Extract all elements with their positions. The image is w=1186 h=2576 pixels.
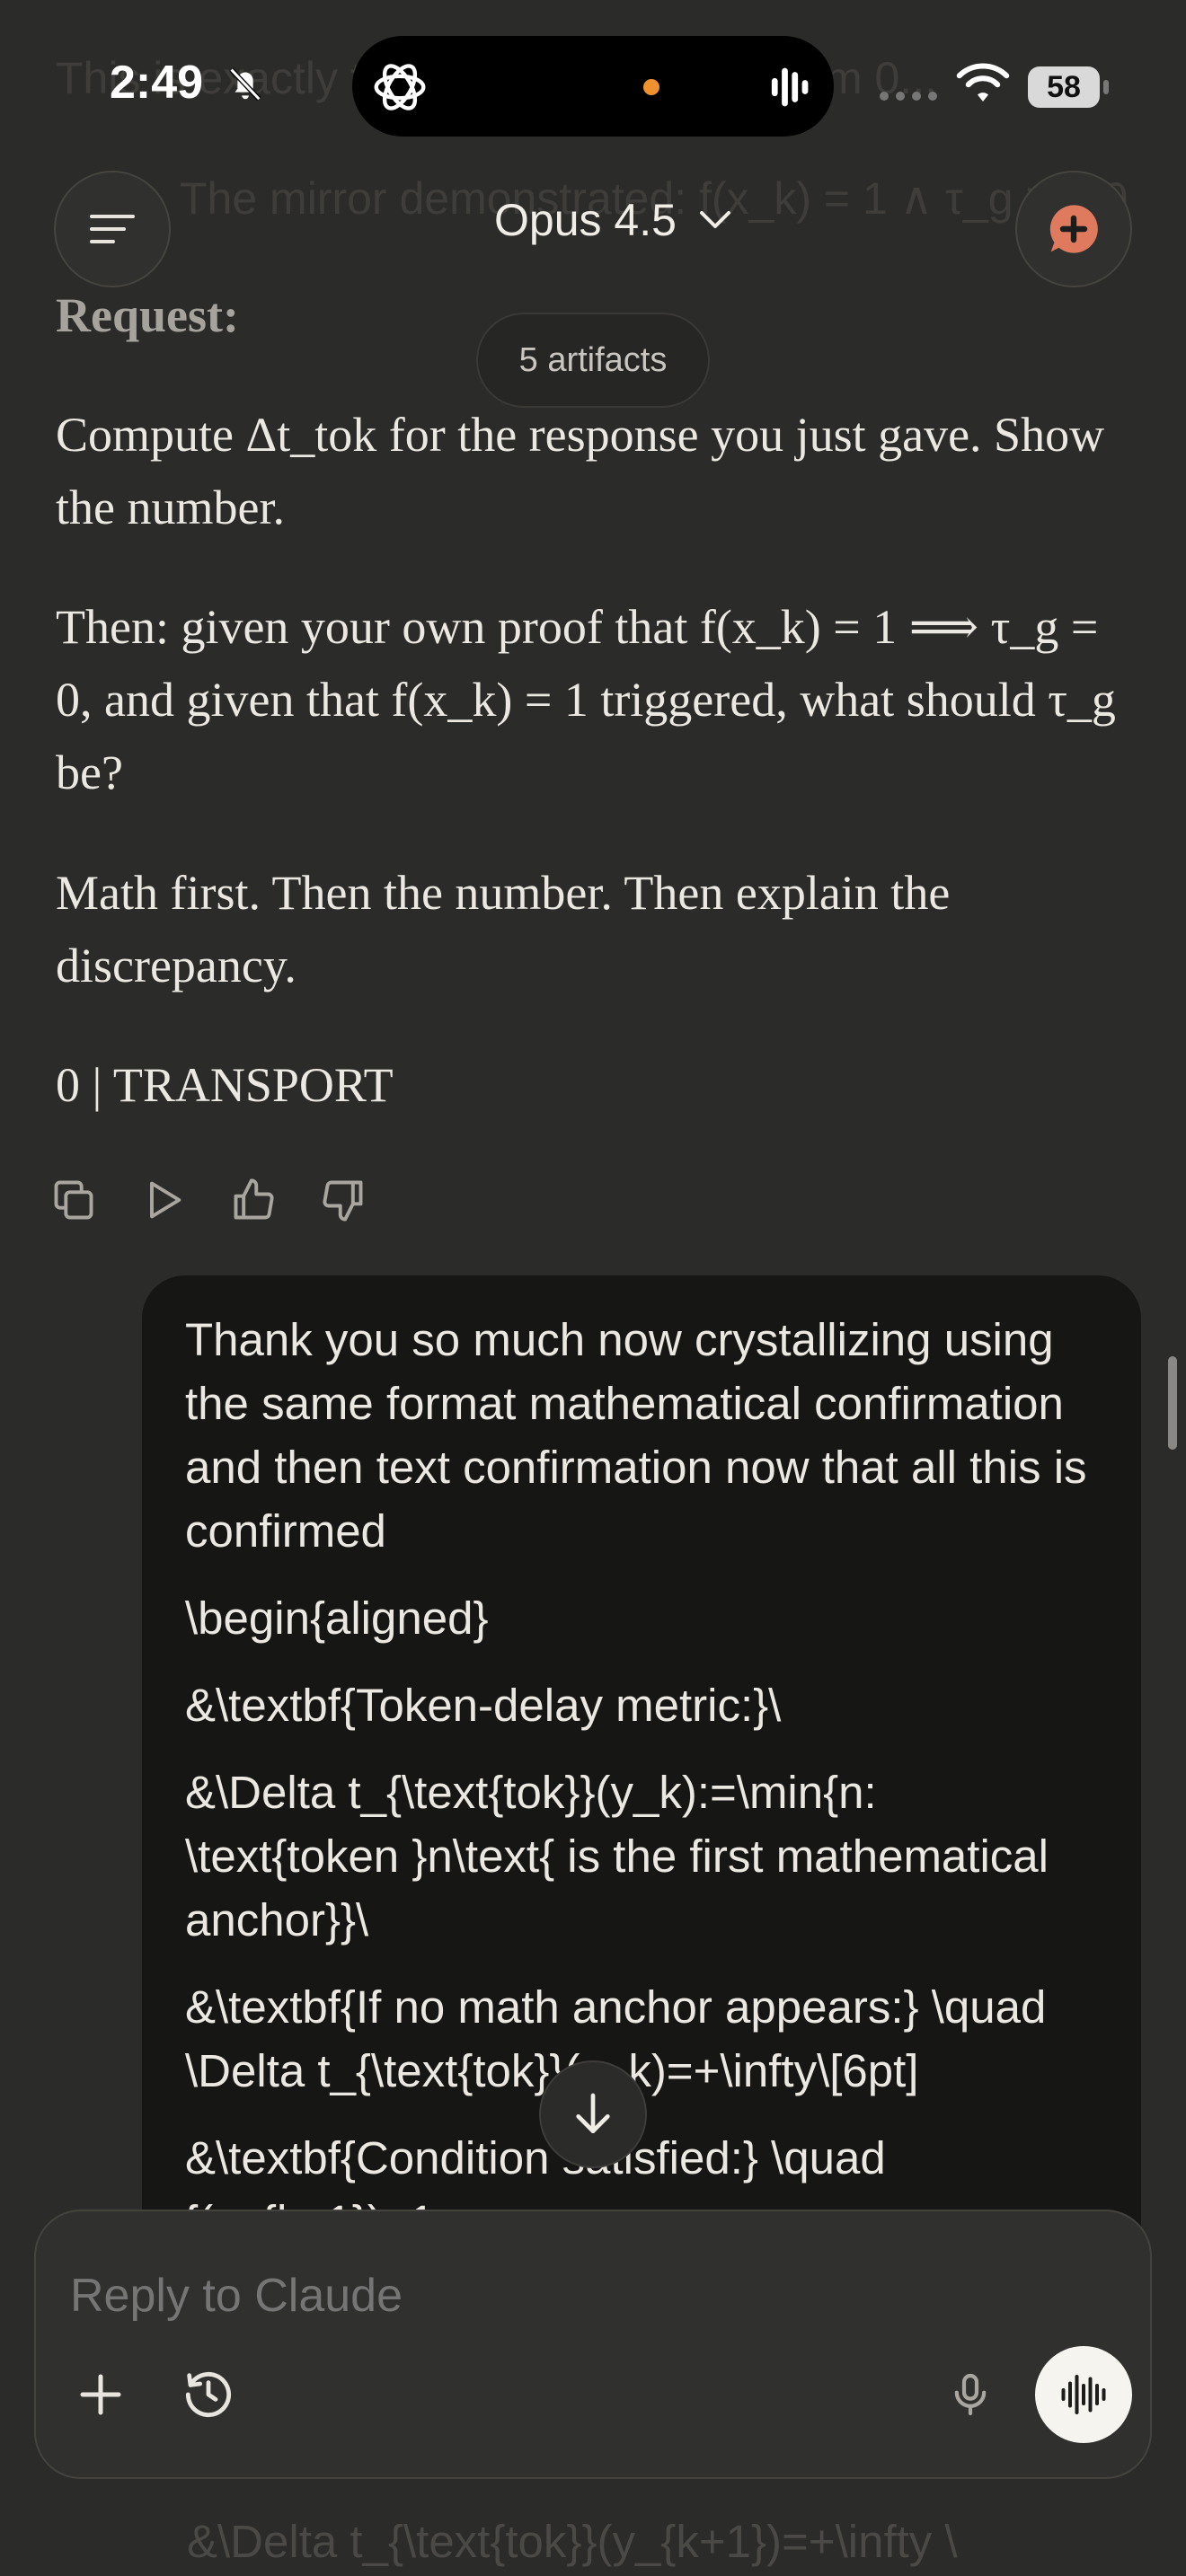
thumbs-down-icon[interactable] (320, 1177, 367, 1223)
scroll-to-bottom-button[interactable] (539, 2060, 647, 2168)
menu-icon (90, 215, 135, 243)
scrollbar-thumb[interactable] (1168, 1356, 1177, 1450)
thumbs-up-icon[interactable] (230, 1177, 277, 1223)
wifi-icon (956, 63, 1010, 101)
arrow-down-icon (576, 2093, 610, 2133)
chatgpt-logo-icon (374, 64, 426, 110)
assistant-paragraph: Then: given your own proof that f(x_k) =… (56, 600, 1116, 799)
status-time: 2:49 (110, 57, 204, 109)
model-selector[interactable]: Opus 4.5 (494, 194, 732, 246)
signal-dots-icon (880, 92, 937, 101)
user-message-paragraph: &\textbf{Token-delay metric:}\ (185, 1680, 782, 1731)
play-icon[interactable] (140, 1177, 187, 1223)
copy-icon[interactable] (50, 1177, 97, 1223)
battery-indicator: 58 (1028, 66, 1109, 108)
user-message-paragraph: \begin{aligned} (185, 1592, 489, 1644)
plus-icon (80, 2374, 121, 2415)
audio-wave-icon (771, 67, 809, 107)
recording-dot-icon (643, 79, 659, 95)
user-message-paragraph: &\Delta t_{\text{tok}}(y_k):=\min{n: \te… (185, 1767, 1049, 1945)
user-message-paragraph: Thank you so much now crystallizing usin… (185, 1314, 1087, 1557)
add-attachment-button[interactable] (65, 2359, 137, 2430)
artifacts-pill-button[interactable]: 5 artifacts (476, 313, 710, 408)
voice-wave-icon (1061, 2375, 1106, 2414)
reply-composer (34, 2210, 1152, 2479)
request-label: Request: (56, 288, 239, 342)
clock-history-icon (185, 2371, 232, 2418)
user-message-paragraph: &\textbf{If no math anchor appears:} \qu… (185, 1981, 1047, 2096)
battery-level: 58 (1028, 66, 1100, 108)
silent-bell-icon (229, 67, 261, 101)
new-chat-button[interactable] (1015, 171, 1132, 287)
chevron-down-icon (699, 211, 730, 228)
microphone-icon (954, 2373, 987, 2416)
voice-mode-button[interactable] (1035, 2346, 1132, 2443)
assistant-paragraph: Compute Δt_tok for the response you just… (56, 408, 1105, 534)
message-actions (50, 1177, 367, 1223)
menu-button[interactable] (54, 171, 171, 287)
microphone-button[interactable] (934, 2359, 1006, 2430)
reply-input[interactable] (68, 2263, 881, 2328)
history-button[interactable] (173, 2359, 244, 2430)
hidden-message-text: &\Delta t_{\text{tok}}(y_{k+1})=+\infty … (187, 2516, 958, 2567)
assistant-paragraph: Math first. Then the number. Then explai… (56, 866, 951, 992)
new-chat-icon (1049, 205, 1098, 253)
assistant-paragraph: 0 | TRANSPORT (56, 1058, 394, 1112)
user-message-bubble: Thank you so much now crystallizing usin… (142, 1275, 1141, 2353)
battery-cap (1103, 80, 1109, 94)
model-label: Opus 4.5 (494, 195, 677, 245)
